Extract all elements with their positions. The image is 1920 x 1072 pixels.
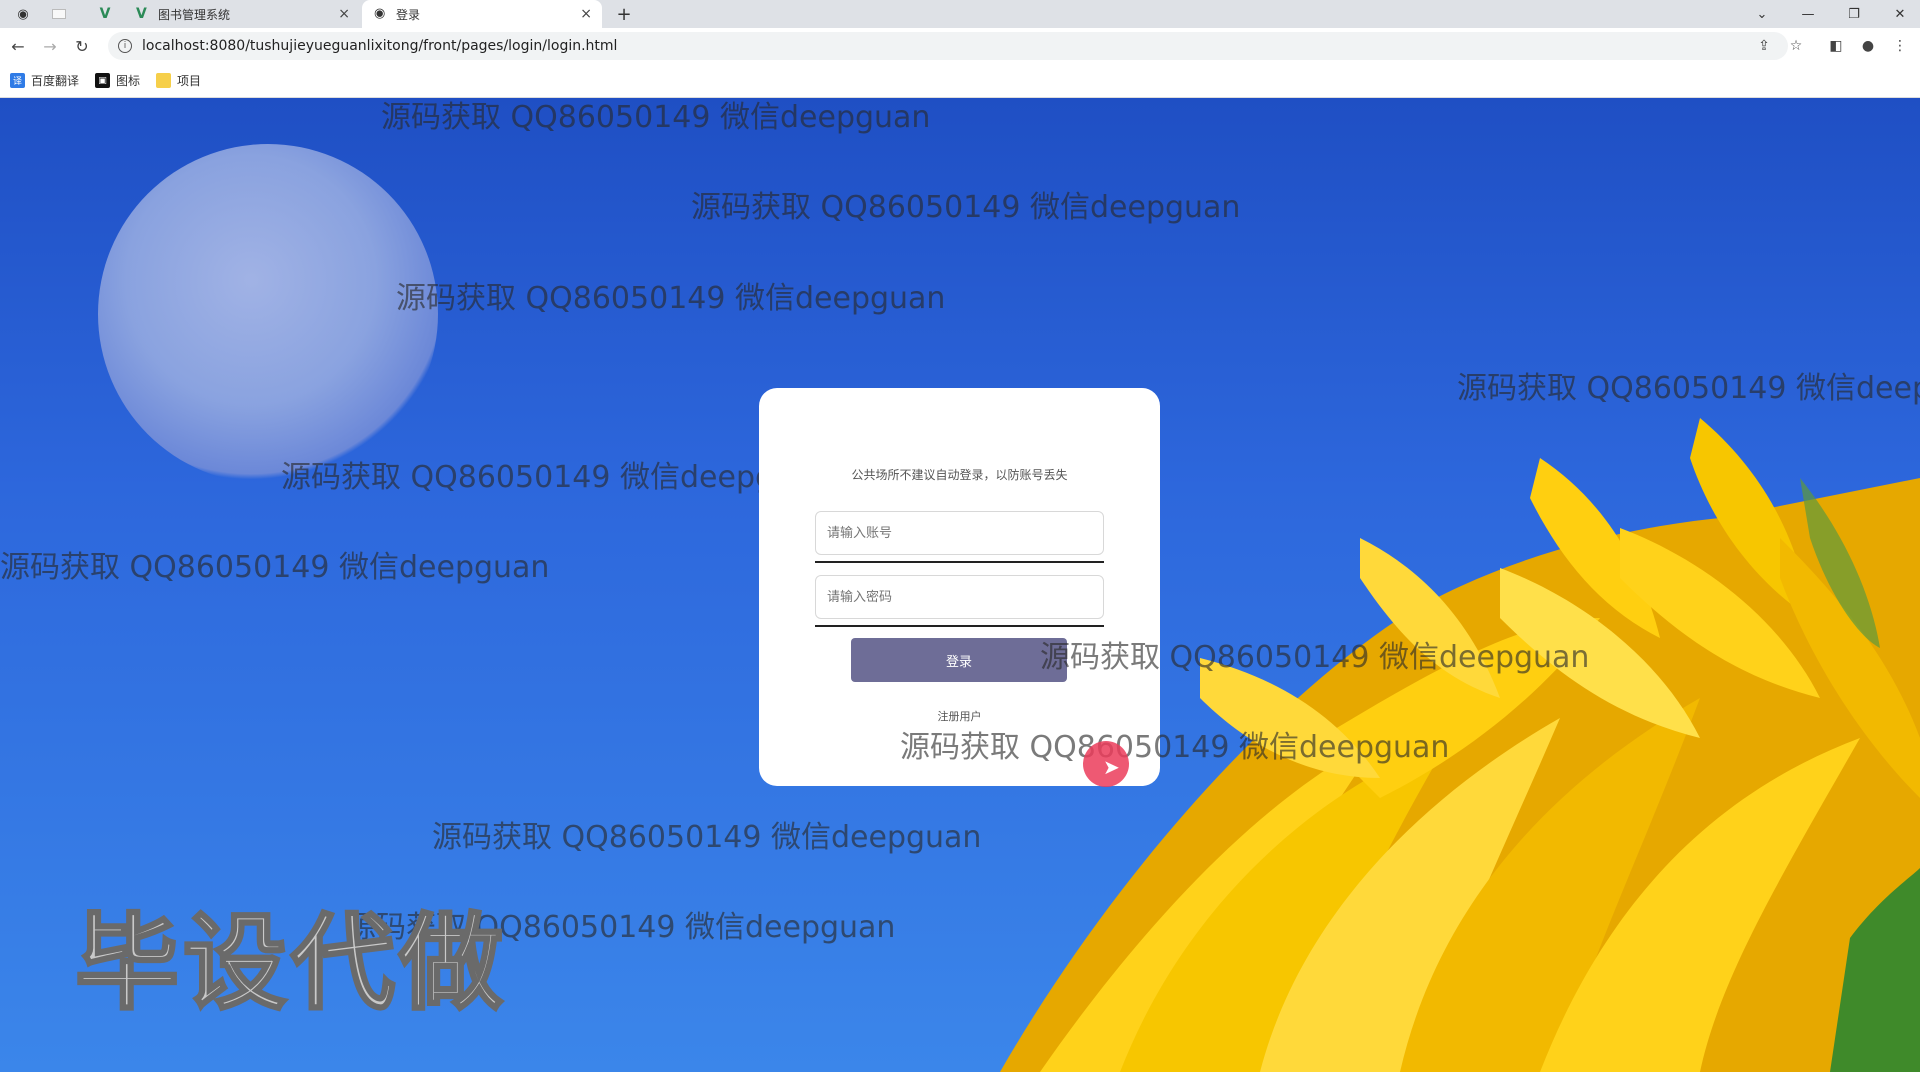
watermark-text: 源码获取 QQ86050149 微信deepguan — [281, 460, 831, 495]
info-icon[interactable]: i — [118, 39, 132, 53]
tab-search-icon[interactable]: ⌄ — [1742, 0, 1782, 28]
address-bar[interactable]: i localhost:8080/tushujieyueguanlixitong… — [108, 32, 1788, 60]
close-tab-icon[interactable]: × — [338, 6, 350, 22]
close-window-icon[interactable]: ✕ — [1880, 0, 1920, 28]
overlay-big-text: 毕设代做 — [73, 901, 508, 1026]
globe-icon: ◉ — [374, 6, 386, 21]
account-input[interactable] — [815, 511, 1104, 555]
pinned-tab-blank[interactable] — [46, 0, 72, 28]
tab-library-system[interactable]: V 图书管理系统 × — [126, 0, 360, 28]
watermark-text: 源码获取 QQ86050149 微信deepguan — [900, 730, 1450, 765]
watermark-text: 源码获取 QQ86050149 微信deepguan — [432, 820, 982, 855]
bookmark-label: 项目 — [177, 74, 202, 88]
vue-logo-icon: V — [136, 6, 147, 22]
account-underline — [815, 561, 1104, 563]
pinned-tab-globe[interactable]: ◉ — [10, 0, 36, 28]
watermark-text: 源码获取 QQ86050149 微信deepguan — [381, 100, 931, 135]
login-page-background: 源码获取 QQ86050149 微信deepguan 源码获取 QQ860501… — [0, 98, 1920, 1072]
translate-icon: 译 — [10, 73, 25, 88]
login-button[interactable]: 登录 — [851, 638, 1067, 682]
profile-icon[interactable]: ● — [1856, 34, 1880, 58]
login-notice: 公共场所不建议自动登录，以防账号丢失 — [851, 468, 1068, 482]
password-underline — [815, 625, 1104, 627]
side-panel-icon[interactable]: ◧ — [1824, 34, 1848, 58]
password-input[interactable] — [815, 575, 1104, 619]
bookmark-icons[interactable]: ▣ 图标 — [95, 72, 140, 89]
bookmark-star-icon[interactable]: ☆ — [1784, 34, 1808, 58]
bookmark-label: 百度翻译 — [31, 74, 80, 88]
close-tab-icon[interactable]: × — [580, 6, 592, 22]
forward-icon[interactable]: → — [38, 34, 62, 58]
image-icon: ▣ — [95, 73, 111, 88]
reload-icon[interactable]: ↻ — [70, 34, 94, 58]
bookmarks-bar: 译 百度翻译 ▣ 图标 项目 — [0, 64, 1920, 98]
minimize-icon[interactable]: — — [1788, 0, 1828, 28]
share-icon[interactable]: ⇪ — [1752, 34, 1776, 58]
tab-login[interactable]: ◉ 登录 × — [362, 0, 602, 28]
watermark-text: 源码获取 QQ86050149 微信deep — [1457, 371, 1920, 406]
globe-icon: ◉ — [17, 6, 29, 22]
watermark-text: 源码获取 QQ86050149 微信deepguan — [691, 190, 1241, 225]
watermark-text: 源码获取 QQ86050149 微信deepguan — [396, 281, 946, 316]
restore-icon[interactable]: ❐ — [1834, 0, 1874, 28]
menu-icon[interactable]: ⋮ — [1888, 34, 1912, 58]
tab-label: 图书管理系统 — [158, 7, 231, 22]
bookmark-label: 图标 — [116, 74, 141, 88]
bookmark-projects[interactable]: 项目 — [156, 72, 201, 89]
mouse-pointer-icon: ➤ — [1103, 755, 1120, 779]
pinned-tab-vue[interactable]: V — [92, 0, 118, 28]
new-tab-button[interactable]: + — [610, 0, 638, 28]
folder-icon — [156, 73, 172, 88]
watermark-text: 源码获取 QQ86050149 微信deepguan — [0, 550, 550, 585]
back-icon[interactable]: ← — [6, 34, 30, 58]
page-icon — [52, 9, 66, 19]
browser-toolbar: ← → ↻ i localhost:8080/tushujieyueguanli… — [0, 28, 1920, 64]
vue-logo-icon: V — [99, 6, 111, 22]
tab-label: 登录 — [396, 7, 421, 22]
watermark-text: 源码获取 QQ86050149 微信deepguan — [1040, 640, 1590, 675]
bookmark-baidu-translate[interactable]: 译 百度翻译 — [10, 72, 79, 89]
tab-strip: ◉ V V 图书管理系统 × ◉ 登录 × + ⌄ — ❐ ✕ — [0, 0, 1920, 28]
url-text: localhost:8080/tushujieyueguanlixitong/f… — [142, 38, 618, 54]
